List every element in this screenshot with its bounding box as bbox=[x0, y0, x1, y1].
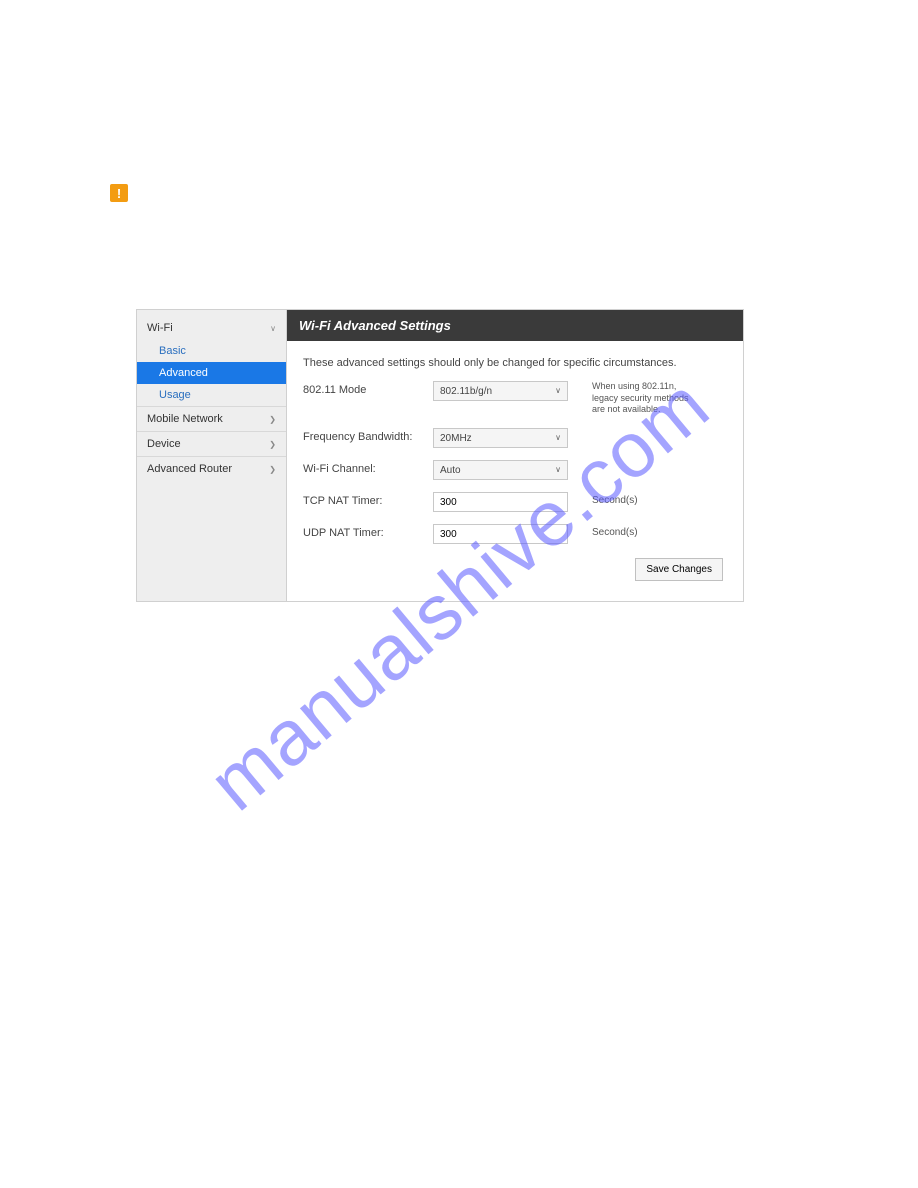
sidebar-item-advanced[interactable]: Advanced bbox=[137, 362, 286, 384]
settings-panel: Wi-Fi ∨ Basic Advanced Usage Mobile Netw… bbox=[136, 309, 744, 602]
sidebar-item-label: Usage bbox=[159, 389, 191, 401]
mode-label: 802.11 Mode bbox=[303, 381, 433, 396]
channel-select[interactable]: Auto ∨ bbox=[433, 460, 568, 480]
sidebar-item-usage[interactable]: Usage bbox=[137, 384, 286, 406]
row-channel: Wi-Fi Channel: Auto ∨ bbox=[303, 460, 727, 480]
row-tcp: TCP NAT Timer: Second(s) bbox=[303, 492, 727, 512]
content-header: Wi-Fi Advanced Settings bbox=[287, 310, 743, 341]
channel-label: Wi-Fi Channel: bbox=[303, 460, 433, 475]
sidebar-item-label: Wi-Fi bbox=[147, 322, 173, 334]
sidebar-item-label: Advanced Router bbox=[147, 463, 232, 475]
row-bandwidth: Frequency Bandwidth: 20MHz ∨ bbox=[303, 428, 727, 448]
sidebar-item-basic[interactable]: Basic bbox=[137, 340, 286, 362]
chevron-down-icon: ∨ bbox=[555, 386, 561, 395]
chevron-down-icon: ∨ bbox=[270, 324, 276, 333]
save-button[interactable]: Save Changes bbox=[635, 558, 723, 581]
bandwidth-select[interactable]: 20MHz ∨ bbox=[433, 428, 568, 448]
document-page: ! Wi-Fi ∨ Basic Advanced Usage Mobile Ne… bbox=[0, 0, 918, 1188]
channel-value: Auto bbox=[440, 465, 461, 476]
sidebar-item-device[interactable]: Device ❯ bbox=[137, 431, 286, 456]
mode-select[interactable]: 802.11b/g/n ∨ bbox=[433, 381, 568, 401]
sidebar-item-label: Mobile Network bbox=[147, 413, 223, 425]
exclamation-glyph: ! bbox=[117, 186, 121, 201]
bandwidth-value: 20MHz bbox=[440, 433, 472, 444]
tcp-suffix: Second(s) bbox=[592, 492, 638, 506]
tcp-input[interactable] bbox=[433, 492, 568, 512]
chevron-right-icon: ❯ bbox=[269, 415, 276, 424]
sidebar-item-wifi[interactable]: Wi-Fi ∨ bbox=[137, 316, 286, 340]
button-row: Save Changes bbox=[303, 558, 727, 581]
sidebar: Wi-Fi ∨ Basic Advanced Usage Mobile Netw… bbox=[137, 310, 287, 601]
bandwidth-label: Frequency Bandwidth: bbox=[303, 428, 433, 443]
chevron-down-icon: ∨ bbox=[555, 465, 561, 474]
mode-value: 802.11b/g/n bbox=[440, 386, 492, 397]
row-udp: UDP NAT Timer: Second(s) bbox=[303, 524, 727, 544]
udp-input[interactable] bbox=[433, 524, 568, 544]
content-body: These advanced settings should only be c… bbox=[287, 341, 743, 601]
udp-label: UDP NAT Timer: bbox=[303, 524, 433, 539]
sidebar-item-label: Basic bbox=[159, 345, 186, 357]
content-area: Wi-Fi Advanced Settings These advanced s… bbox=[287, 310, 743, 601]
tcp-label: TCP NAT Timer: bbox=[303, 492, 433, 507]
sidebar-item-label: Advanced bbox=[159, 367, 208, 379]
sidebar-item-mobile-network[interactable]: Mobile Network ❯ bbox=[137, 406, 286, 431]
udp-suffix: Second(s) bbox=[592, 524, 638, 538]
chevron-down-icon: ∨ bbox=[555, 433, 561, 442]
chevron-right-icon: ❯ bbox=[269, 465, 276, 474]
chevron-right-icon: ❯ bbox=[269, 440, 276, 449]
sidebar-item-advanced-router[interactable]: Advanced Router ❯ bbox=[137, 456, 286, 481]
sidebar-item-label: Device bbox=[147, 438, 181, 450]
row-mode: 802.11 Mode 802.11b/g/n ∨ When using 802… bbox=[303, 381, 727, 416]
mode-note: When using 802.11n, legacy security meth… bbox=[592, 381, 702, 416]
intro-text: These advanced settings should only be c… bbox=[303, 357, 727, 369]
caution-icon: ! bbox=[110, 184, 128, 202]
